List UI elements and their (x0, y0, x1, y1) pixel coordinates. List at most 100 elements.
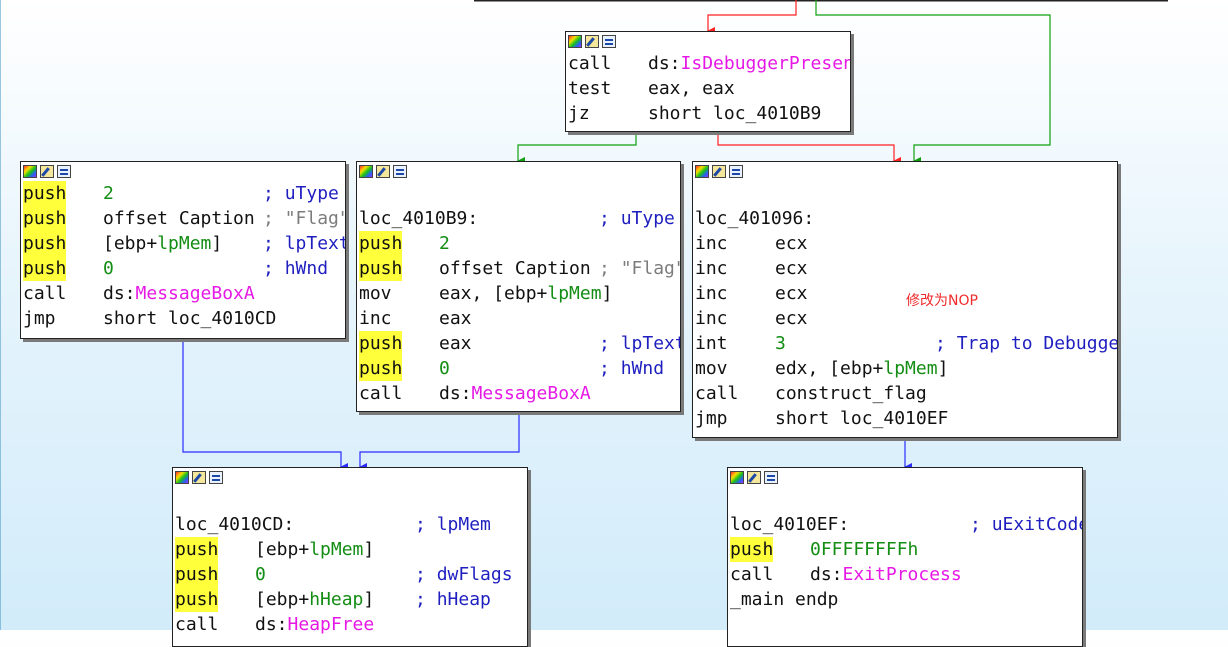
block-titlebar[interactable] (173, 468, 527, 487)
edit-icon[interactable] (747, 471, 761, 484)
operand-token: 2 (103, 183, 114, 204)
graph-icon[interactable] (209, 471, 223, 484)
code-line[interactable]: push 0FFFFFFFFh (728, 537, 1082, 562)
mnemonic: call (568, 53, 612, 74)
code-line[interactable]: jmp short loc_4010EF (693, 406, 1117, 431)
block-code: loc_4010B9:; uType push 2 push offset Captio… (357, 181, 680, 406)
code-line[interactable]: mov edx, [ebp+lpMem] (693, 356, 1117, 381)
edge-false-to-debugger-check (707, 0, 797, 35)
comment: ; hWnd (599, 356, 664, 381)
operand: 0FFFFFFFFh (810, 537, 918, 562)
code-line[interactable]: inc ecx (693, 281, 1117, 306)
code-line[interactable]: push offset Caption; "Flag" (21, 206, 345, 231)
code-line[interactable]: jz short loc_4010B9 (566, 101, 850, 126)
graph-icon[interactable] (602, 35, 616, 48)
graph-icon[interactable] (393, 165, 407, 178)
code-label: loc_4010B9: (359, 208, 479, 229)
code-line[interactable]: push 2 (357, 231, 680, 256)
edit-icon[interactable] (40, 165, 54, 178)
code-line[interactable]: mov eax, [ebp+lpMem] (357, 281, 680, 306)
code-line[interactable]: push 0; hWnd (21, 256, 345, 281)
operand-token: ecx (775, 308, 808, 329)
comment-text: lpText (620, 333, 681, 354)
block-debugger-check[interactable]: call ds:IsDebuggerPresent test eax, eax jz sh… (565, 31, 851, 132)
comment-semicolon: ; (935, 333, 957, 354)
block-titlebar[interactable] (21, 162, 345, 181)
graph-icon[interactable] (729, 165, 743, 178)
operand-token: 2 (439, 233, 450, 254)
code-line[interactable]: loc_4010EF:; uExitCode (728, 512, 1082, 537)
block-titlebar[interactable] (693, 162, 1117, 181)
code-line[interactable]: loc_401096: (693, 206, 1117, 231)
code-line[interactable]: call ds:IsDebuggerPresent (566, 51, 850, 76)
operand: 3 (775, 331, 786, 356)
mnemonic: call (730, 564, 774, 585)
block-titlebar[interactable] (566, 32, 850, 51)
comment: ; Trap to Debugger (935, 331, 1117, 356)
operand-token: HeapFree (287, 614, 375, 635)
color-icon[interactable] (359, 165, 373, 178)
block-messagebox-flag[interactable]: push 2; uType push offset Caption; "Flag" pu… (20, 161, 346, 339)
mnemonic: mov (695, 358, 728, 379)
code-line[interactable]: inc ecx (693, 231, 1117, 256)
edit-icon[interactable] (712, 165, 726, 178)
operand-token: ] (363, 589, 375, 610)
code-line[interactable]: call ds:HeapFree (173, 612, 527, 637)
edit-icon[interactable] (585, 35, 599, 48)
operand: construct_flag (775, 381, 927, 406)
code-line[interactable]: inc ecx (693, 306, 1117, 331)
color-icon[interactable] (23, 165, 37, 178)
color-icon[interactable] (175, 471, 189, 484)
block-titlebar[interactable] (357, 162, 680, 181)
code-line[interactable]: loc_4010B9:; uType (357, 206, 680, 231)
code-line[interactable]: push 0; dwFlags (173, 562, 527, 587)
operand-token: ds: (255, 614, 288, 635)
operand: short loc_4010EF (775, 406, 948, 431)
code-line[interactable]: push [ebp+hHeap]; hHeap (173, 587, 527, 612)
code-line[interactable]: push offset Caption; "Flag" (357, 256, 680, 281)
code-line[interactable]: inc ecx (693, 256, 1117, 281)
edit-icon[interactable] (192, 471, 206, 484)
operand-token: eax, [ebp+ (439, 283, 548, 304)
operand-token: MessageBoxA (135, 283, 255, 304)
operand-token: construct_flag (775, 383, 927, 404)
code-line[interactable]: int 3; Trap to Debugger (693, 331, 1117, 356)
code-line[interactable]: inc eax (357, 306, 680, 331)
code-line[interactable]: _main endp (728, 587, 1082, 612)
code-line[interactable]: push [ebp+lpMem] (173, 537, 527, 562)
code-line[interactable]: push 0; hWnd (357, 356, 680, 381)
code-line[interactable]: jmp short loc_4010CD (21, 306, 345, 331)
comment: ; lpText (263, 231, 345, 256)
block-titlebar[interactable] (728, 468, 1082, 487)
graph-icon[interactable] (764, 471, 778, 484)
code-line[interactable]: push eax; lpText (357, 331, 680, 356)
block-loc-401096[interactable]: loc_401096: inc ecx inc ecx inc ecx inc ecx int 3;… (692, 161, 1118, 438)
code-line[interactable]: push [ebp+lpMem]; lpText (21, 231, 345, 256)
code-line[interactable]: push 2; uType (21, 181, 345, 206)
graph-icon[interactable] (57, 165, 71, 178)
code-line[interactable]: test eax, eax (566, 76, 850, 101)
edit-icon[interactable] (376, 165, 390, 178)
block-loc-4010ef[interactable]: loc_4010EF:; uExitCode push 0FFFFFFFFh call… (727, 467, 1083, 647)
operand: ecx (775, 256, 808, 281)
operand-token: lpMem (883, 358, 938, 379)
block-code: push 2; uType push offset Caption; "Flag" pu… (21, 181, 345, 331)
code-line[interactable]: call ds:ExitProcess (728, 562, 1082, 587)
block-loc-4010b9[interactable]: loc_4010B9:; uType push 2 push offset Captio… (356, 161, 681, 412)
operand-token: eax, eax (648, 78, 735, 99)
color-icon[interactable] (730, 471, 744, 484)
comment: ; hWnd (263, 256, 328, 281)
block-loc-4010cd[interactable]: loc_4010CD:; lpMem push [ebp+lpMem] push 0; … (172, 467, 528, 647)
operand-token: short loc_4010EF (775, 408, 949, 429)
color-icon[interactable] (695, 165, 709, 178)
comment-semicolon: ; (599, 208, 621, 229)
mnemonic: inc (695, 258, 728, 279)
code-label: _main endp (730, 589, 839, 610)
code-line[interactable]: call ds:MessageBoxA (21, 281, 345, 306)
operand-token: ] (601, 283, 613, 304)
color-icon[interactable] (568, 35, 582, 48)
code-line[interactable]: call ds:MessageBoxA (357, 381, 680, 406)
code-line[interactable]: call construct_flag (693, 381, 1117, 406)
code-line[interactable]: loc_4010CD:; lpMem (173, 512, 527, 537)
operand: 2 (103, 181, 114, 206)
